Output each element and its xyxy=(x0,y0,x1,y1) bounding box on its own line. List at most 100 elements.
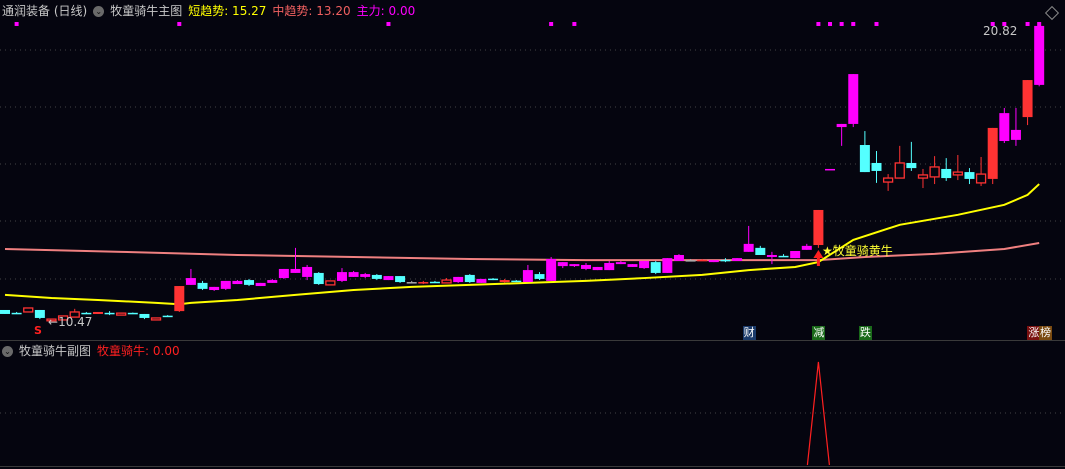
candle-body xyxy=(395,276,406,283)
candle-body xyxy=(673,254,684,261)
top-signal-dot xyxy=(572,22,577,26)
candle-body xyxy=(441,279,452,284)
candle-body xyxy=(220,280,231,289)
candle-body xyxy=(627,264,638,267)
candle-body xyxy=(1010,129,1021,140)
candle-body xyxy=(592,266,603,271)
low-price-label: ←10.47 xyxy=(48,315,93,329)
candle-body xyxy=(766,254,777,257)
top-signal-dot xyxy=(874,22,879,26)
top-signal-dot xyxy=(1025,22,1030,26)
candle-body xyxy=(34,309,45,318)
event-tag[interactable]: 榜 xyxy=(1038,326,1052,340)
candle-body xyxy=(162,315,173,318)
candle-body xyxy=(743,243,754,252)
candle-body xyxy=(639,260,650,269)
candle-body xyxy=(546,258,557,281)
candle-body xyxy=(267,280,278,283)
sub-indicator-name[interactable]: 牧童骑牛副图 xyxy=(19,343,91,359)
candle-body xyxy=(325,280,336,286)
candle-body xyxy=(929,166,940,178)
candle-body xyxy=(197,282,208,289)
event-tag[interactable]: 减 xyxy=(812,326,826,340)
candle-body xyxy=(569,264,580,267)
candle-body xyxy=(11,312,22,315)
candle-body xyxy=(1034,25,1045,85)
top-signal-dot xyxy=(177,22,182,26)
candle-body xyxy=(917,174,929,179)
s-signal-mark: S xyxy=(34,324,42,337)
candle-body xyxy=(522,270,533,283)
top-signal-dot xyxy=(828,22,833,26)
candle-body xyxy=(209,286,220,291)
candle-body xyxy=(836,123,847,128)
candle-body xyxy=(708,260,719,263)
candle-body xyxy=(697,259,708,262)
candle-body xyxy=(464,274,475,283)
candle-body xyxy=(964,172,975,179)
sub-indicator-value: 牧童骑牛: 0.00 xyxy=(97,344,180,358)
event-tag[interactable]: 跌 xyxy=(858,326,872,340)
candle-body xyxy=(685,260,696,262)
candle-body xyxy=(383,276,394,281)
candle-body xyxy=(511,280,522,283)
candle-body xyxy=(557,262,568,267)
candle-body xyxy=(244,280,255,285)
candle-body xyxy=(104,312,115,315)
candle-body xyxy=(499,280,510,283)
candle-body xyxy=(476,278,487,283)
candle-body xyxy=(534,274,545,279)
candle-body xyxy=(313,272,324,285)
candle-body xyxy=(139,313,150,318)
candle-body xyxy=(336,272,347,281)
candle-body xyxy=(232,280,243,285)
candle-body xyxy=(894,162,905,179)
sub-chart-header: ⌄ 牧童骑牛副图 牧童骑牛: 0.00 xyxy=(2,343,180,359)
candle-body xyxy=(418,282,429,284)
candle-body xyxy=(790,250,801,259)
candle-body xyxy=(859,145,870,173)
candle-body xyxy=(987,127,998,179)
candle-body xyxy=(302,266,313,277)
candle-body xyxy=(174,286,185,312)
candle-body xyxy=(348,272,359,277)
candle-body xyxy=(848,74,859,124)
candle-body xyxy=(906,162,917,169)
candle-body xyxy=(406,282,417,284)
candle-body xyxy=(615,262,626,265)
candle-body xyxy=(278,268,289,279)
candle-body xyxy=(941,168,952,179)
candle-body xyxy=(825,168,836,171)
candle-body xyxy=(488,278,499,281)
candle-body xyxy=(813,209,824,246)
candle-body xyxy=(720,259,731,262)
candle-body xyxy=(116,312,127,316)
candle-body xyxy=(871,162,882,171)
candle-body xyxy=(92,311,103,314)
candle-body xyxy=(604,262,615,271)
candle-body xyxy=(662,258,673,273)
low-price-value: 10.47 xyxy=(58,315,93,329)
candle-body xyxy=(952,171,963,176)
top-signal-dot xyxy=(386,22,391,26)
top-signal-dot xyxy=(1037,22,1042,26)
candle-body xyxy=(1022,80,1033,118)
candle-body xyxy=(801,245,812,250)
bottom-divider xyxy=(0,466,1065,467)
candle-body xyxy=(290,268,301,273)
chevron-down-icon[interactable]: ⌄ xyxy=(2,345,13,357)
candle-body xyxy=(371,274,382,279)
candle-body xyxy=(185,278,196,285)
candlestick-chart[interactable] xyxy=(0,0,1065,469)
high-price-label: 20.82 xyxy=(983,24,1018,38)
candle-body xyxy=(778,255,789,258)
candle-body xyxy=(360,274,371,277)
candle-body xyxy=(650,262,661,273)
event-tag[interactable]: 财 xyxy=(742,326,756,340)
pane-divider[interactable] xyxy=(0,340,1065,341)
candle-body xyxy=(999,113,1010,142)
candle-body xyxy=(0,309,10,314)
top-signal-dot xyxy=(14,22,19,26)
signal-label: ★牧童骑黄牛 xyxy=(822,244,893,258)
top-signal-dot xyxy=(839,22,844,26)
